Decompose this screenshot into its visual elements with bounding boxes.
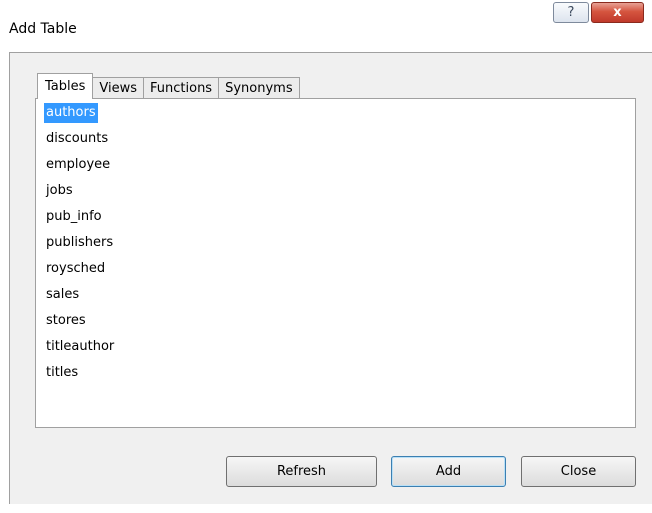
close-icon: x	[613, 5, 622, 20]
list-item-roysched[interactable]: roysched	[44, 259, 107, 279]
title-bar[interactable]: Add Table ? x	[0, 0, 652, 52]
list-item-discounts[interactable]: discounts	[44, 129, 110, 149]
add-table-dialog: Add Table ? x Tables Views Functions Syn…	[0, 0, 652, 513]
list-item-pub-info[interactable]: pub_info	[44, 207, 104, 227]
window-title: Add Table	[9, 21, 77, 37]
tab-views[interactable]: Views	[92, 77, 145, 99]
add-button[interactable]: Add	[391, 456, 506, 487]
tab-panel-tables: authors discounts employee jobs pub_info…	[35, 98, 636, 428]
tab-strip: Tables Views Functions Synonyms	[37, 73, 300, 99]
tab-tables[interactable]: Tables	[37, 73, 94, 99]
tables-listbox[interactable]: authors discounts employee jobs pub_info…	[36, 99, 635, 427]
list-item-authors[interactable]: authors	[44, 103, 98, 123]
help-icon: ?	[567, 5, 575, 20]
list-item-sales[interactable]: sales	[44, 285, 81, 305]
tab-synonyms[interactable]: Synonyms	[218, 77, 300, 99]
refresh-button[interactable]: Refresh	[226, 456, 377, 487]
tab-functions[interactable]: Functions	[143, 77, 220, 99]
dialog-body: Tables Views Functions Synonyms authors …	[9, 52, 652, 504]
list-item-jobs[interactable]: jobs	[44, 181, 75, 201]
list-item-titleauthor[interactable]: titleauthor	[44, 337, 116, 357]
list-item-employee[interactable]: employee	[44, 155, 112, 175]
close-button[interactable]: Close	[521, 456, 636, 487]
list-item-titles[interactable]: titles	[44, 363, 80, 383]
window-close-button[interactable]: x	[591, 2, 644, 23]
list-item-publishers[interactable]: publishers	[44, 233, 115, 253]
help-button[interactable]: ?	[553, 2, 589, 23]
list-item-stores[interactable]: stores	[44, 311, 88, 331]
